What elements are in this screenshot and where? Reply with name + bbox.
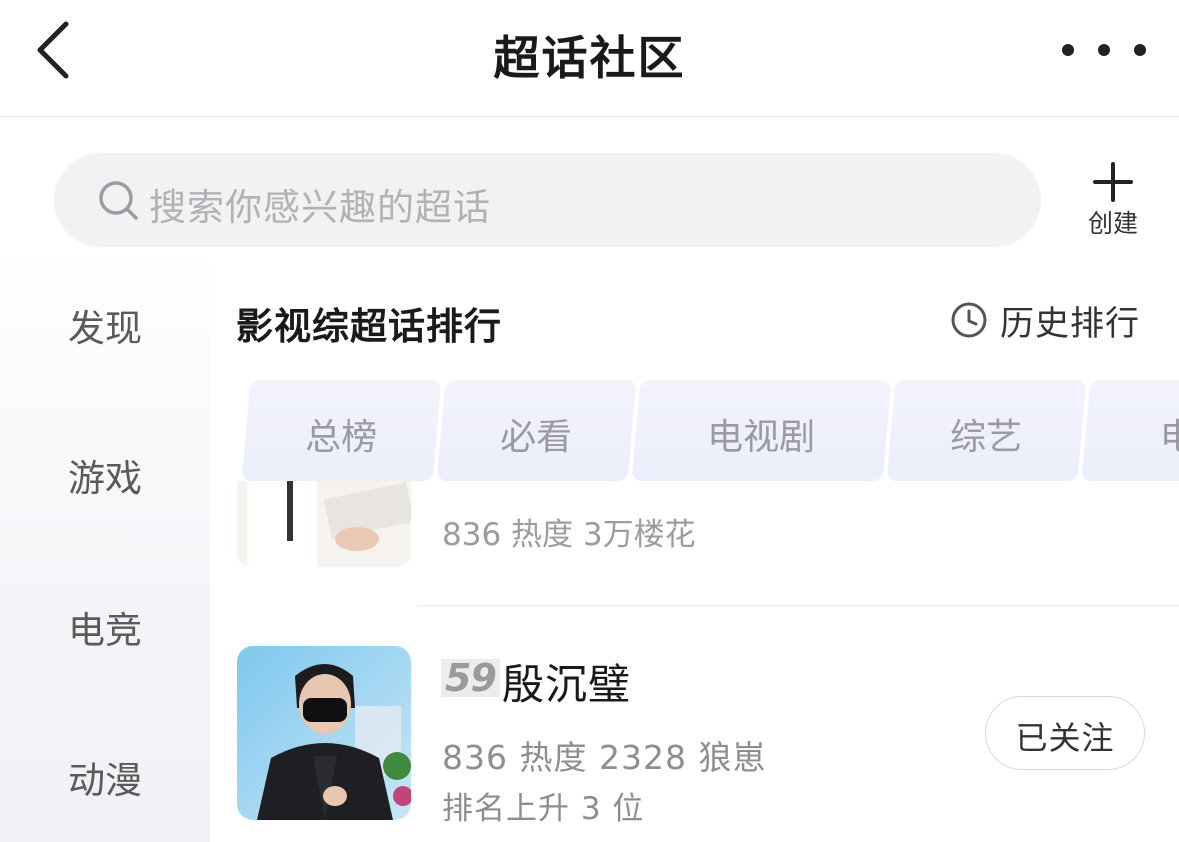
previous-item-stats: 836 热度 3万楼花 (442, 517, 696, 553)
more-button[interactable] (1062, 30, 1146, 70)
tab-must-watch[interactable]: 必看 (436, 380, 637, 481)
topic-stats: 836 热度 2328 狼崽 (442, 738, 767, 777)
tab-label: 电视剧 (707, 417, 816, 458)
tab-movie[interactable]: 电 (1081, 380, 1179, 481)
create-button[interactable]: 创建 (1080, 158, 1146, 240)
follow-label: 已关注 (1015, 719, 1115, 757)
photo-thumbnail (237, 481, 411, 567)
clock-icon (951, 302, 987, 338)
top-bar: 超话社区 (0, 0, 1179, 117)
list-divider (418, 605, 1179, 606)
tab-label: 综艺 (950, 417, 1023, 458)
plus-icon (1093, 162, 1133, 202)
follow-button[interactable]: 已关注 (985, 696, 1145, 770)
previous-item-thumbnail[interactable] (237, 481, 411, 567)
more-dot (1098, 44, 1110, 56)
history-ranking-label: 历史排行 (1000, 303, 1140, 344)
tab-label: 电 (1159, 417, 1179, 458)
tab-label: 总榜 (305, 417, 378, 458)
create-label: 创建 (1087, 209, 1138, 238)
topic-name[interactable]: 殷沉璧 (502, 651, 631, 712)
rank-number: 59 (441, 659, 500, 697)
tab-label: 必看 (500, 417, 573, 458)
sidebar-item-anime[interactable]: 动漫 (0, 750, 210, 804)
ranking-list: 836 热度 3万楼花 59 殷沉璧 836 热度 2328 狼崽 排名上升 3… (210, 481, 1179, 842)
category-sidebar: 发现 游戏 电竞 动漫 (0, 248, 210, 842)
tab-variety[interactable]: 综艺 (886, 380, 1087, 481)
page-title: 超话社区 (493, 31, 686, 85)
search-input[interactable]: 搜索你感兴趣的超话 (54, 153, 1041, 247)
sidebar-item-games[interactable]: 游戏 (0, 448, 210, 502)
search-icon (99, 181, 138, 220)
more-horizontal-icon (1062, 44, 1074, 56)
sidebar-item-esports[interactable]: 电竞 (0, 600, 210, 654)
history-ranking-link[interactable]: 历史排行 (950, 298, 1140, 344)
tab-overall[interactable]: 总榜 (241, 380, 442, 481)
search-placeholder: 搜索你感兴趣的超话 (149, 186, 491, 229)
topic-avatar[interactable] (237, 646, 411, 820)
sidebar-item-discover[interactable]: 发现 (0, 298, 210, 352)
avatar-photo (237, 646, 411, 820)
rank-trend: 排名上升 3 位 (442, 791, 645, 827)
tab-tv-drama[interactable]: 电视剧 (631, 380, 892, 481)
more-dot (1134, 44, 1146, 56)
section-title: 影视综超话排行 (236, 305, 502, 348)
